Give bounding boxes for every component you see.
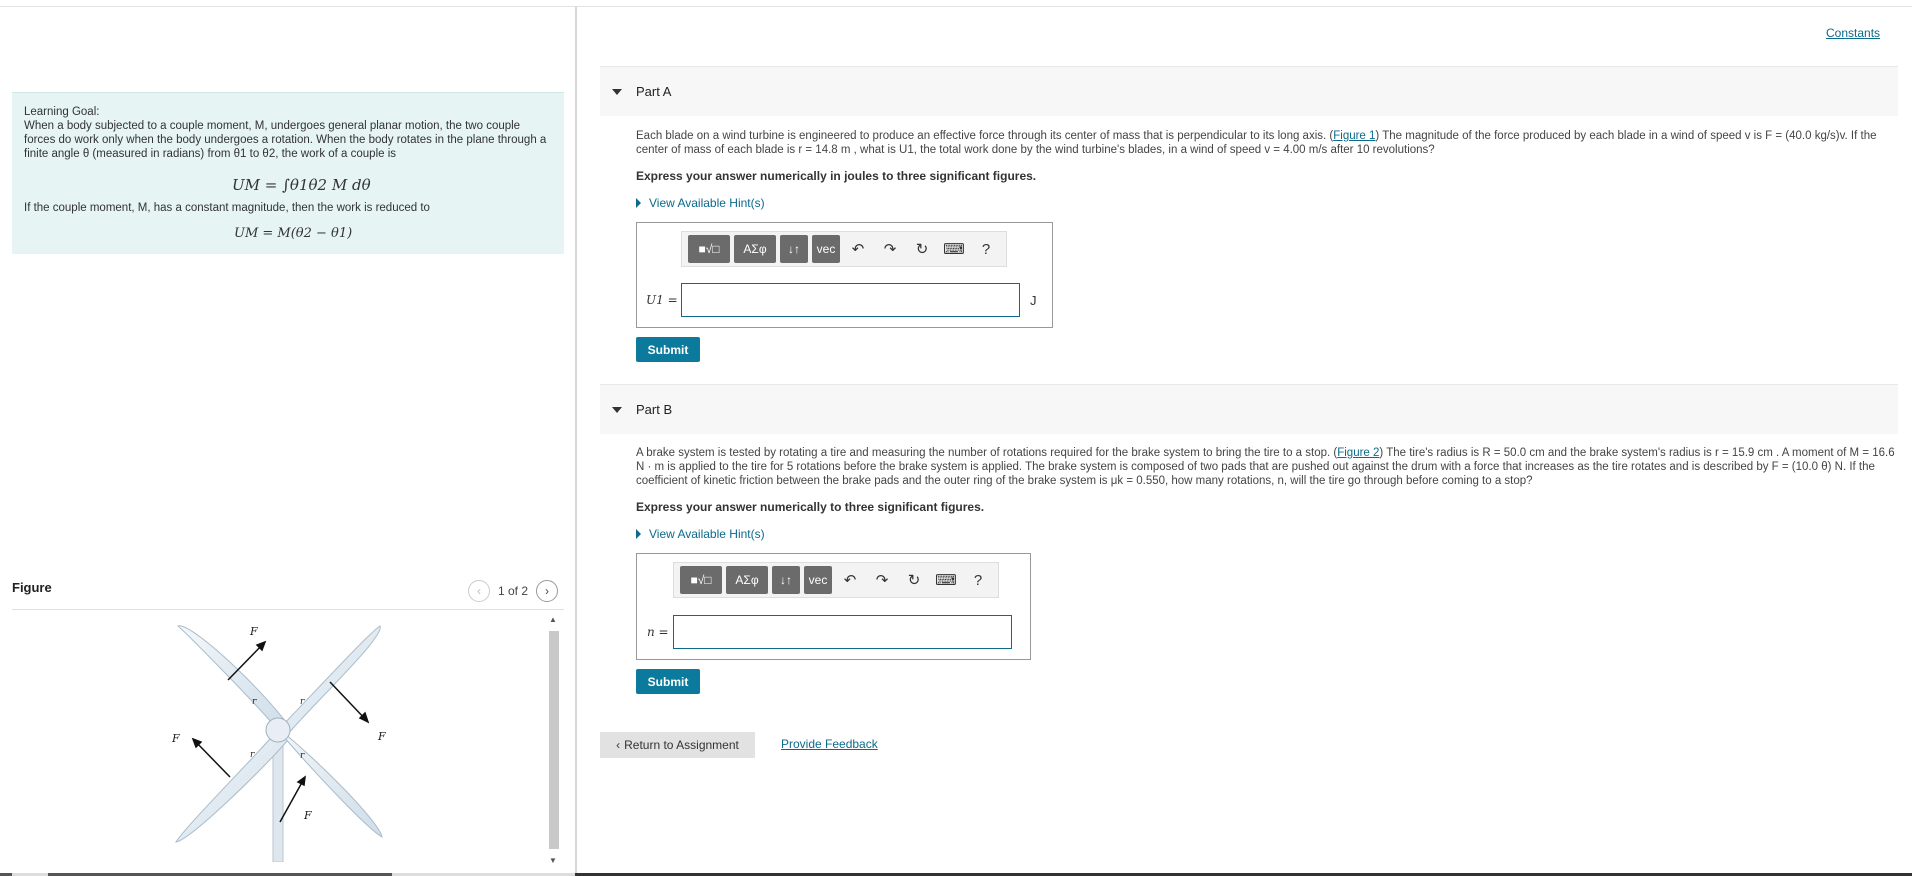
learning-goal-title: Learning Goal: — [24, 106, 100, 118]
figure-2-link[interactable]: Figure 2 — [1337, 447, 1379, 459]
radius-label: r — [300, 697, 305, 707]
part-b-question-text: A brake system is tested by rotating a t… — [636, 447, 1338, 459]
part-b-question: A brake system is tested by rotating a t… — [636, 446, 1898, 488]
hint-label: View Available Hint(s) — [649, 196, 765, 210]
redo-icon[interactable]: ↷ — [868, 571, 896, 589]
wind-turbine-figure: F F F F r r r r — [171, 625, 386, 862]
math-toolbar: ■√□ ΑΣφ ↓↑ vec ↶ ↷ ↻ ⌨ ? — [681, 231, 1007, 267]
learning-goal-text: When a body subjected to a couple moment… — [24, 120, 547, 160]
learning-goal-panel: Learning Goal: When a body subjected to … — [12, 92, 564, 254]
vector-button[interactable]: vec — [804, 566, 832, 594]
scrollbar-thumb[interactable] — [549, 631, 559, 849]
force-label: F — [377, 730, 386, 743]
return-label: Return to Assignment — [624, 738, 739, 752]
chevron-left-icon: ‹ — [477, 584, 481, 598]
scroll-up-icon[interactable]: ▲ — [549, 615, 557, 624]
undo-icon[interactable]: ↶ — [836, 571, 864, 589]
vector-button[interactable]: vec — [812, 235, 840, 263]
force-label: F — [171, 732, 180, 745]
provide-feedback-link[interactable]: Provide Feedback — [781, 737, 878, 751]
caret-down-icon — [612, 406, 622, 413]
part-b-hint-toggle[interactable]: View Available Hint(s) — [636, 527, 765, 541]
help-icon[interactable]: ? — [972, 241, 1000, 258]
caret-right-icon — [636, 529, 641, 539]
chevron-left-icon: ‹ — [616, 738, 621, 752]
u1-answer-input[interactable] — [681, 283, 1020, 317]
part-a-answer-box: ■√□ ΑΣφ ↓↑ vec ↶ ↷ ↻ ⌨ ? U1 = J — [636, 222, 1053, 328]
greek-symbols-button[interactable]: ΑΣφ — [726, 566, 768, 594]
arrows-button[interactable]: ↓↑ — [772, 566, 800, 594]
unit-label: J — [1030, 293, 1037, 308]
force-label: F — [249, 625, 258, 638]
caret-right-icon — [636, 198, 641, 208]
scroll-down-icon[interactable]: ▼ — [549, 856, 557, 865]
part-a-instructions: Express your answer numerically in joule… — [636, 169, 1037, 183]
keyboard-icon[interactable]: ⌨ — [932, 571, 960, 589]
part-b-title: Part B — [636, 402, 673, 417]
part-a-hint-toggle[interactable]: View Available Hint(s) — [636, 196, 765, 210]
greek-symbols-button[interactable]: ΑΣφ — [734, 235, 776, 263]
undo-icon[interactable]: ↶ — [844, 240, 872, 258]
arrowhead — [296, 775, 306, 787]
part-a-title: Part A — [636, 84, 672, 99]
figure-divider — [12, 609, 564, 610]
help-icon[interactable]: ? — [964, 572, 992, 589]
n-answer-input[interactable] — [673, 615, 1012, 649]
reset-icon[interactable]: ↻ — [900, 571, 928, 589]
answer-label-u1: U1 = — [646, 293, 678, 307]
force-label: F — [303, 809, 312, 822]
figure-1-link[interactable]: Figure 1 — [1333, 130, 1375, 142]
work-equation-integral: UM = ∫θ1θ2 M dθ — [232, 176, 371, 194]
learning-goal-text-2: If the couple moment, M, has a constant … — [24, 202, 430, 214]
keyboard-icon[interactable]: ⌨ — [940, 240, 968, 258]
return-to-assignment-button[interactable]: ‹ Return to Assignment — [600, 732, 755, 758]
hint-label: View Available Hint(s) — [649, 527, 765, 541]
chevron-right-icon: › — [545, 584, 550, 598]
turbine-blade — [269, 721, 383, 838]
figure-label: Figure — [12, 580, 52, 595]
part-a-submit-button[interactable]: Submit — [636, 337, 700, 362]
redo-icon[interactable]: ↷ — [876, 240, 904, 258]
part-b-submit-button[interactable]: Submit — [636, 669, 700, 694]
part-a-header[interactable]: Part A — [600, 66, 1898, 116]
templates-button[interactable]: ■√□ — [680, 566, 722, 594]
part-a-question: Each blade on a wind turbine is engineer… — [636, 129, 1898, 157]
top-border — [0, 6, 1912, 7]
figure-navigation: ‹ 1 of 2 › — [468, 580, 559, 602]
work-equation-constant: UM = M(θ2 − θ1) — [234, 226, 353, 241]
math-toolbar: ■√□ ΑΣφ ↓↑ vec ↶ ↷ ↻ ⌨ ? — [673, 562, 999, 598]
next-figure-button[interactable]: › — [536, 580, 559, 602]
radius-label: r — [252, 697, 257, 707]
previous-figure-button[interactable]: ‹ — [468, 580, 490, 602]
part-a-question-text: Each blade on a wind turbine is engineer… — [636, 130, 1334, 142]
part-b-instructions: Express your answer numerically to three… — [636, 500, 985, 514]
templates-button[interactable]: ■√□ — [688, 235, 730, 263]
panel-divider[interactable] — [575, 6, 577, 876]
radius-label: r — [250, 750, 255, 760]
arrows-button[interactable]: ↓↑ — [780, 235, 808, 263]
part-b-answer-box: ■√□ ΑΣφ ↓↑ vec ↶ ↷ ↻ ⌨ ? n = — [636, 553, 1031, 660]
turbine-hub — [265, 717, 291, 743]
reset-icon[interactable]: ↻ — [908, 240, 936, 258]
part-b-header[interactable]: Part B — [600, 384, 1898, 434]
answer-label-n: n = — [647, 625, 669, 639]
caret-down-icon — [612, 88, 622, 95]
figure-counter: 1 of 2 — [498, 584, 529, 598]
figure-scrollbar[interactable]: ▲ ▼ — [548, 615, 560, 865]
turbine-blade — [175, 729, 289, 843]
radius-label: r — [300, 751, 305, 761]
constants-link[interactable]: Constants — [1826, 26, 1880, 40]
turbine-blade — [177, 625, 287, 731]
